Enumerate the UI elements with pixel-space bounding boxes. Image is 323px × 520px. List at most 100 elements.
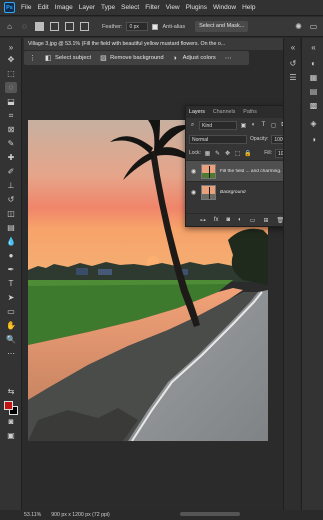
workspace-icon[interactable]: ▭	[308, 21, 319, 32]
layers-footer: ⊶ fx ◙ ◐ ▭ ⊞ 🗑	[186, 213, 298, 226]
document-tab[interactable]: Village 3.jpg @ 53.1% (Fill the field wi…	[24, 38, 294, 50]
new-selection-icon[interactable]	[34, 21, 45, 32]
lock-row: Lock: ▦ ✎ ✥ ⬚ 🔒 Fill: 100%	[186, 146, 298, 160]
filter-shape-icon[interactable]: ◻	[270, 122, 277, 129]
path-select-icon[interactable]: ➤	[5, 292, 17, 303]
hand-tool-icon[interactable]: ✋	[5, 320, 17, 331]
menu-view[interactable]: View	[166, 4, 180, 11]
document-tab-bar: Village 3.jpg @ 53.1% (Fill the field wi…	[24, 38, 323, 50]
swap-colors-icon[interactable]: ⇆	[5, 386, 17, 397]
mask-icon[interactable]: ◙	[227, 217, 231, 223]
menu-file[interactable]: File	[21, 4, 31, 11]
history-brush-icon[interactable]: ↺	[5, 194, 17, 205]
rectangle-tool-icon[interactable]: ▭	[5, 306, 17, 317]
screen-mode-icon[interactable]: ▣	[5, 430, 17, 441]
history-icon[interactable]: ↺	[288, 58, 298, 68]
zoom-tool-icon[interactable]: 🔍	[5, 334, 17, 345]
select-subject-icon: ◧	[45, 54, 52, 62]
brush-icon[interactable]: ✐	[5, 166, 17, 177]
foreground-color-swatch[interactable]	[4, 401, 13, 410]
lock-all-icon[interactable]: 🔒	[244, 150, 251, 157]
gradients-icon[interactable]: ▤	[308, 86, 319, 97]
remove-background-button[interactable]: ▨ Remove background	[100, 55, 164, 62]
drag-handle[interactable]: ⋮	[29, 55, 36, 62]
dodge-icon[interactable]: ●	[5, 250, 17, 261]
home-icon[interactable]: ⌂	[4, 21, 15, 32]
adjustments-icon[interactable]: ◑	[308, 134, 319, 145]
patterns-icon[interactable]: ▩	[308, 100, 319, 111]
menu-edit[interactable]: Edit	[37, 4, 48, 11]
tab-layers[interactable]: Layers	[189, 109, 205, 115]
tab-paths[interactable]: Paths	[243, 109, 257, 115]
adjustment-icon[interactable]: ◐	[238, 217, 242, 223]
feather-input[interactable]: 0 px	[126, 22, 149, 31]
menu-plugins[interactable]: Plugins	[186, 4, 207, 11]
gradient-icon[interactable]: ▤	[5, 222, 17, 233]
marquee-tool-icon[interactable]: ⬚	[5, 68, 17, 79]
menu-image[interactable]: Image	[55, 4, 73, 11]
horizontal-scrollbar[interactable]	[180, 512, 240, 516]
eraser-icon[interactable]: ◫	[5, 208, 17, 219]
lasso-icon[interactable]: ◌	[5, 82, 17, 93]
add-selection-icon[interactable]	[49, 21, 60, 32]
tab-channels[interactable]: Channels	[213, 109, 235, 115]
layer-row-background[interactable]: ◉ Background 🔒	[186, 181, 298, 202]
remove-background-icon: ▨	[100, 54, 107, 62]
intersect-selection-icon[interactable]	[79, 21, 90, 32]
filter-adjustment-icon[interactable]: ◐	[250, 122, 257, 128]
folder-icon[interactable]: ▭	[250, 217, 256, 224]
status-bar: 53.11% 900 px x 1200 px (72 ppi)	[0, 510, 323, 520]
fill-label: Fill:	[264, 150, 272, 156]
quick-mask-icon[interactable]: ◙	[5, 416, 17, 427]
more-options-button[interactable]: ⋯	[225, 55, 232, 62]
pen-tool-icon[interactable]: ✒	[5, 264, 17, 275]
collapse-icon[interactable]: »	[5, 42, 17, 53]
menu-layer[interactable]: Layer	[79, 4, 95, 11]
frame-tool-icon[interactable]: ⊠	[5, 124, 17, 135]
swatches-icon[interactable]: ▦	[308, 72, 319, 83]
menu-type[interactable]: Type	[101, 4, 115, 11]
filter-pixel-icon[interactable]: ▣	[240, 122, 247, 129]
eyedropper-icon[interactable]: ✎	[5, 138, 17, 149]
lasso-tool-icon[interactable]: ◌	[19, 21, 30, 32]
healing-brush-icon[interactable]: ✚	[5, 152, 17, 163]
type-tool-icon[interactable]: T	[5, 278, 17, 289]
layer-row-generative[interactable]: ◉ Fill the field ... and charming.	[186, 160, 298, 181]
zoom-level[interactable]: 53.11%	[24, 512, 41, 518]
fx-icon[interactable]: fx	[214, 217, 219, 223]
crop-tool-icon[interactable]: ⌗	[5, 110, 17, 121]
lock-image-icon[interactable]: ✎	[214, 150, 221, 157]
properties-icon[interactable]: ☰	[288, 72, 298, 82]
color-icon[interactable]: ◐	[308, 58, 319, 69]
adjust-colors-icon: ◑	[172, 54, 177, 62]
eye-icon[interactable]: ◉	[190, 168, 197, 175]
select-and-mask-button[interactable]: Select and Mask...	[195, 21, 249, 32]
new-layer-icon[interactable]: ⊞	[263, 217, 268, 224]
menu-window[interactable]: Window	[213, 4, 236, 11]
lock-artboard-icon[interactable]: ⬚	[234, 150, 241, 157]
lock-transparent-icon[interactable]: ▦	[204, 150, 211, 157]
move-tool-icon[interactable]: ✥	[5, 54, 17, 65]
collapse-icon[interactable]: «	[288, 42, 298, 52]
object-select-icon[interactable]: ⬓	[5, 96, 17, 107]
menu-select[interactable]: Select	[121, 4, 139, 11]
expand-icon[interactable]: «	[308, 42, 319, 53]
adjust-colors-button[interactable]: ◑ Adjust colors	[173, 55, 216, 62]
blend-mode-select[interactable]: Normal	[189, 134, 247, 144]
select-subject-button[interactable]: ◧ Select subject	[45, 55, 91, 62]
more-tools-icon[interactable]: ⋯	[5, 348, 17, 359]
link-icon[interactable]: ⊶	[200, 217, 206, 224]
antialias-checkbox[interactable]	[152, 23, 159, 30]
subtract-selection-icon[interactable]	[64, 21, 75, 32]
clone-stamp-icon[interactable]: ⊥	[5, 180, 17, 191]
settings-icon[interactable]: ✺	[293, 21, 304, 32]
libraries-icon[interactable]: ◈	[308, 118, 319, 129]
menu-filter[interactable]: Filter	[145, 4, 159, 11]
kind-select[interactable]: Kind	[199, 120, 237, 130]
eye-icon[interactable]: ◉	[190, 189, 197, 196]
blur-icon[interactable]: 💧	[5, 236, 17, 247]
menu-help[interactable]: Help	[242, 4, 255, 11]
lock-position-icon[interactable]: ✥	[224, 150, 231, 157]
layer-thumbnail	[201, 163, 216, 179]
filter-type-icon[interactable]: T	[260, 122, 267, 128]
